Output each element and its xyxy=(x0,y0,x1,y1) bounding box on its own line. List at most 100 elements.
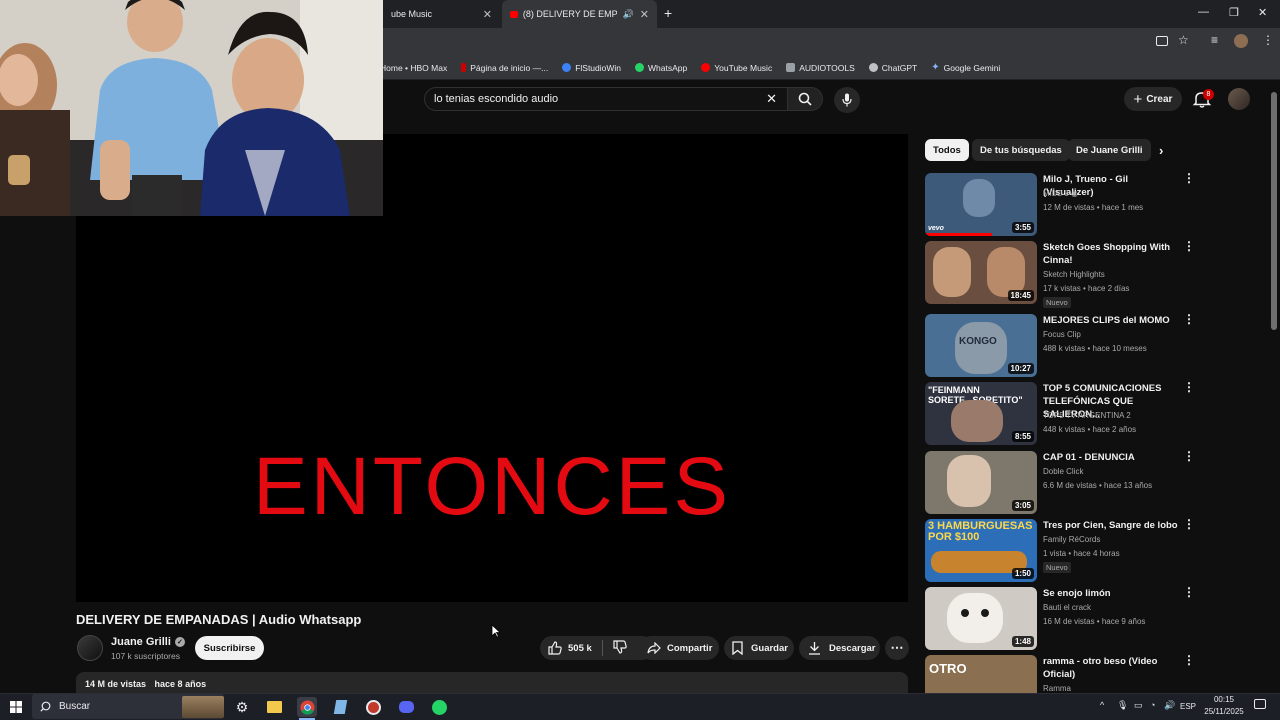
speaker-icon[interactable]: 🔊 xyxy=(623,9,634,20)
recommendation-item[interactable]: vevo 3:55 Milo J, Trueno - Gil (Visualiz… xyxy=(925,172,1255,237)
thumbnail-figure xyxy=(963,179,995,217)
recommendation-title[interactable]: MEJORES CLIPS del MOMO xyxy=(1043,314,1181,327)
video-thumbnail[interactable]: 1:48 xyxy=(925,587,1037,650)
bookmark-audiotools[interactable]: AUDIOTOOLS xyxy=(786,63,855,73)
dislike-button[interactable] xyxy=(603,639,627,657)
more-options-icon[interactable]: ⋮ xyxy=(1183,172,1195,184)
settings-icon[interactable]: ⚙ xyxy=(232,697,252,717)
recommendation-title[interactable]: Se enojo limón xyxy=(1043,587,1181,600)
video-thumbnail[interactable]: vevo 3:55 xyxy=(925,173,1037,236)
more-options-icon[interactable]: ⋮ xyxy=(1183,240,1195,252)
recommendation-channel[interactable]: MILO J ◉ xyxy=(1043,189,1078,198)
chip-de-juane-grilli[interactable]: De Juane Grilli xyxy=(1068,139,1151,161)
star-icon[interactable]: ☆ xyxy=(1178,33,1189,47)
close-icon[interactable]: ✕ xyxy=(483,8,492,21)
recommendation-channel[interactable]: Ramma xyxy=(1043,684,1071,693)
recommendation-item[interactable]: OTRO ramma - otro beso (Video Oficial) R… xyxy=(925,655,1255,693)
search-button[interactable] xyxy=(787,87,823,111)
display-tray-icon[interactable]: ▭ xyxy=(1134,700,1143,711)
recommendation-title[interactable]: Sketch Goes Shopping With Cinna! xyxy=(1043,241,1181,267)
recommendation-channel[interactable]: Focus Clip xyxy=(1043,330,1081,339)
windows-start-icon[interactable] xyxy=(6,697,26,717)
account-avatar[interactable] xyxy=(1228,88,1250,110)
recommendation-item[interactable]: 3:05 CAP 01 - DENUNCIA Doble Click 6.6 M… xyxy=(925,450,1255,515)
recommendation-item[interactable]: 1:48 Se enojo limón Bauti el crack 16 M … xyxy=(925,586,1255,651)
new-tab-icon[interactable]: + xyxy=(664,5,672,21)
download-button[interactable]: Descargar xyxy=(799,636,880,660)
tab-youtube-music[interactable]: ube Music ✕ xyxy=(375,0,500,28)
chip-todos[interactable]: Todos xyxy=(925,139,969,161)
more-options-icon[interactable]: ⋮ xyxy=(1183,518,1195,530)
clock-date: 25/11/2025 xyxy=(1204,707,1244,716)
channel-name[interactable]: Juane Grilli ✓ xyxy=(111,636,185,648)
share-button[interactable]: Compartir xyxy=(639,636,719,660)
like-button[interactable]: 505 k xyxy=(540,641,598,655)
file-explorer-icon[interactable] xyxy=(264,697,284,717)
recommendation-item[interactable]: 18:45 Sketch Goes Shopping With Cinna! S… xyxy=(925,240,1255,308)
more-actions-button[interactable]: ⋯ xyxy=(885,636,909,660)
bookmark-chatgpt[interactable]: ChatGPT xyxy=(868,63,917,73)
recommendation-item[interactable]: KONGO 10:27 MEJORES CLIPS del MOMO Focus… xyxy=(925,313,1255,378)
recommendation-item[interactable]: 3 HAMBURGUESAS POR $100 1:50 Tres por Cie… xyxy=(925,518,1255,583)
chrome-icon[interactable] xyxy=(297,697,317,717)
discord-icon[interactable] xyxy=(396,697,416,717)
microphone-tray-icon[interactable]: 🎙 xyxy=(1117,700,1128,711)
close-icon[interactable]: ✕ xyxy=(640,8,649,21)
chip-de-tus-busquedas[interactable]: De tus búsquedas xyxy=(972,139,1070,161)
video-thumbnail[interactable]: KONGO 10:27 xyxy=(925,314,1037,377)
volume-icon[interactable]: 🔊 xyxy=(1164,700,1175,711)
recommendation-channel[interactable]: Family RéCords xyxy=(1043,535,1100,544)
profile-icon[interactable] xyxy=(1234,34,1248,48)
video-thumbnail[interactable]: 3 HAMBURGUESAS POR $100 1:50 xyxy=(925,519,1037,582)
bookmark-hbo[interactable]: Home • HBO Max xyxy=(380,63,447,73)
tab-active[interactable]: (8) DELIVERY DE EMPANAD 🔊 ✕ xyxy=(502,0,657,28)
recommendation-title[interactable]: Tres por Cien, Sangre de lobo xyxy=(1043,519,1181,532)
notification-center-icon[interactable] xyxy=(1254,699,1266,709)
more-options-icon[interactable]: ⋮ xyxy=(1183,586,1195,598)
recommendation-channel[interactable]: Bauti el crack xyxy=(1043,603,1091,612)
video-thumbnail[interactable]: OTRO xyxy=(925,655,1037,693)
bookmark-youtube-music[interactable]: YouTube Music xyxy=(701,63,772,73)
whatsapp-taskbar-icon[interactable] xyxy=(429,697,449,717)
tray-chevron-icon[interactable]: ^ xyxy=(1100,700,1104,710)
chips-next-button[interactable]: › xyxy=(1151,139,1181,161)
language-indicator[interactable]: ESP xyxy=(1180,702,1196,711)
recommendation-channel[interactable]: TOP5 TV ARGENTINA 2 xyxy=(1043,411,1131,420)
minimize-icon[interactable]: — xyxy=(1198,6,1209,18)
voice-search-button[interactable] xyxy=(834,87,860,113)
more-options-icon[interactable]: ⋮ xyxy=(1183,313,1195,325)
video-thumbnail[interactable]: 18:45 xyxy=(925,241,1037,304)
video-thumbnail[interactable]: 3:05 xyxy=(925,451,1037,514)
bookmark-gemini[interactable]: ✦ Google Gemini xyxy=(931,62,1000,73)
notepad-icon[interactable] xyxy=(330,697,350,717)
recommendation-item[interactable]: "FEINMANN SORETE...SORETITO" 8:55 TOP 5 … xyxy=(925,381,1255,446)
taskbar-search[interactable]: Buscar xyxy=(32,694,224,719)
recommendation-title[interactable]: ramma - otro beso (Video Oficial) xyxy=(1043,655,1181,681)
app-icon[interactable] xyxy=(363,697,383,717)
subscribe-button[interactable]: Suscribirse xyxy=(195,636,264,660)
menu-icon[interactable]: ⋮ xyxy=(1262,33,1274,47)
recommendation-title[interactable]: CAP 01 - DENUNCIA xyxy=(1043,451,1181,464)
cast-icon[interactable] xyxy=(1156,36,1168,46)
page-scrollbar[interactable] xyxy=(1271,92,1277,330)
more-options-icon[interactable]: ⋮ xyxy=(1183,381,1195,393)
video-thumbnail[interactable]: "FEINMANN SORETE...SORETITO" 8:55 xyxy=(925,382,1037,445)
window-close-icon[interactable]: ✕ xyxy=(1258,6,1267,19)
network-icon[interactable]: ◔ xyxy=(1150,700,1155,710)
create-button[interactable]: + Crear xyxy=(1124,87,1182,111)
more-options-icon[interactable]: ⋮ xyxy=(1183,655,1195,666)
recommendation-meta: 12 M de vistas • hace 1 mes xyxy=(1043,203,1144,212)
save-button[interactable]: Guardar xyxy=(724,636,794,660)
search-input[interactable]: lo tenias escondido audio ✕ xyxy=(424,87,788,111)
taskbar-clock[interactable]: 00:15 25/11/2025 xyxy=(1196,694,1252,718)
more-options-icon[interactable]: ⋮ xyxy=(1183,450,1195,462)
restore-icon[interactable]: ❐ xyxy=(1229,6,1239,19)
recommendation-channel[interactable]: Sketch Highlights xyxy=(1043,270,1105,279)
bookmark-flstudio[interactable]: FlStudioWin xyxy=(562,63,621,73)
recommendation-channel[interactable]: Doble Click xyxy=(1043,467,1083,476)
media-control-icon[interactable]: ≡ xyxy=(1211,33,1218,47)
clear-icon[interactable]: ✕ xyxy=(766,91,777,107)
bookmark-inicio[interactable]: Página de inicio —... xyxy=(461,63,548,73)
channel-avatar[interactable] xyxy=(77,635,103,661)
bookmark-whatsapp[interactable]: WhatsApp xyxy=(635,63,687,73)
